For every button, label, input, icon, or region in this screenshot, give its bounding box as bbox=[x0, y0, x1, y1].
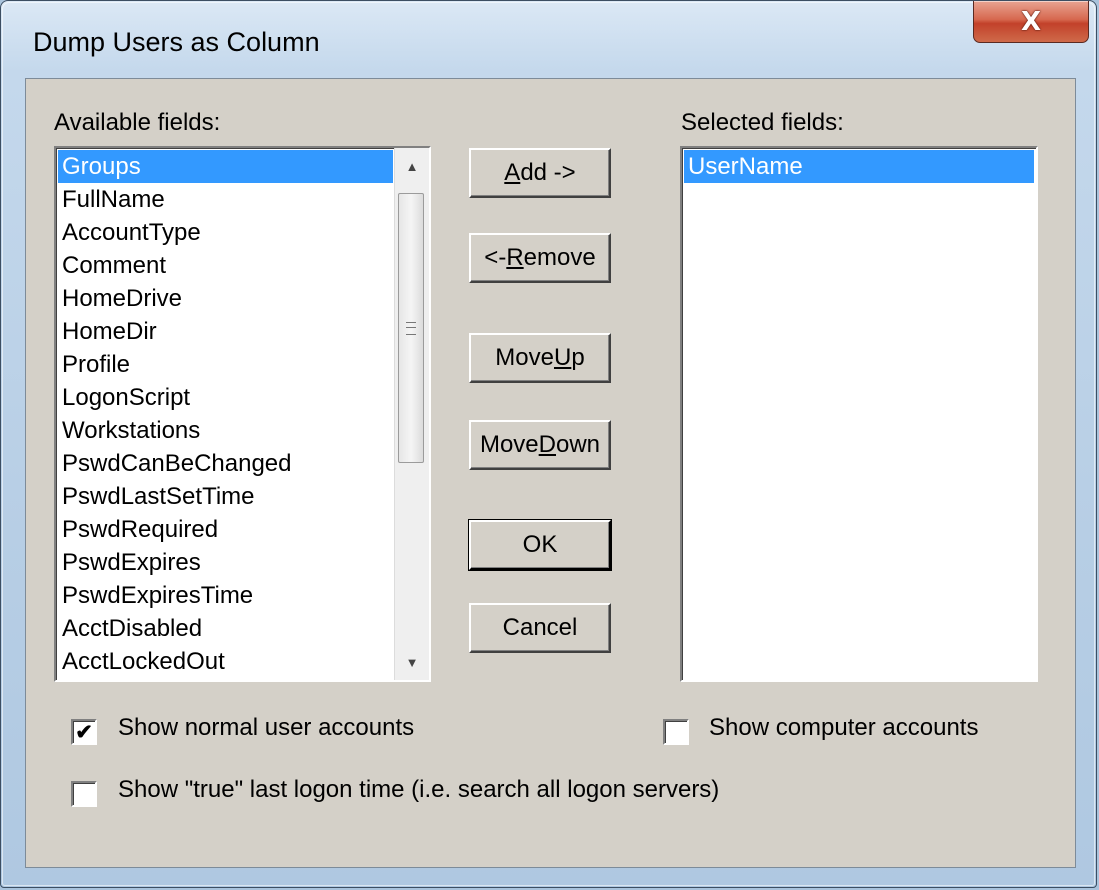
cancel-button[interactable]: Cancel bbox=[469, 603, 611, 653]
available-list-item[interactable]: Comment bbox=[58, 249, 393, 282]
scroll-up-arrow-icon[interactable]: ▲ bbox=[395, 148, 429, 184]
close-button[interactable]: X bbox=[973, 1, 1089, 43]
checkmark-icon: ✔ bbox=[75, 720, 93, 744]
vertical-scrollbar[interactable]: ▲ ▼ bbox=[394, 148, 429, 680]
move-up-button[interactable]: Move Up bbox=[469, 333, 611, 383]
close-icon: X bbox=[1020, 6, 1042, 37]
available-items-container: Groups FullName AccountType Comment HomeDriv… bbox=[58, 150, 393, 678]
available-list-item[interactable]: PswdCanBeChanged bbox=[58, 447, 393, 480]
show-normal-label[interactable]: Show normal user accounts bbox=[118, 714, 414, 742]
remove-button[interactable]: <- Remove bbox=[469, 233, 611, 283]
window-title: Dump Users as Column bbox=[33, 27, 320, 57]
available-list-item[interactable]: Groups bbox=[58, 150, 393, 183]
available-list-item[interactable]: PswdExpiresTime bbox=[58, 579, 393, 612]
dialog-client-area: Available fields: Groups FullName AccountT… bbox=[25, 78, 1076, 868]
available-list-item[interactable]: PswdExpires bbox=[58, 546, 393, 579]
selected-fields-label: Selected fields: bbox=[681, 109, 844, 136]
selected-list-item[interactable]: UserName bbox=[684, 150, 1034, 183]
show-true-logon-label[interactable]: Show "true" last logon time (i.e. search… bbox=[118, 776, 719, 804]
available-list-item[interactable]: HomeDir bbox=[58, 315, 393, 348]
scrollbar-thumb[interactable] bbox=[398, 193, 424, 463]
scroll-down-arrow-icon[interactable]: ▼ bbox=[395, 644, 429, 680]
available-list-item[interactable]: Workstations bbox=[58, 414, 393, 447]
available-list-item[interactable]: FullName bbox=[58, 183, 393, 216]
show-computer-label[interactable]: Show computer accounts bbox=[709, 714, 978, 742]
show-true-logon-checkbox[interactable] bbox=[71, 781, 97, 807]
available-list-item[interactable]: PswdLastSetTime bbox=[58, 480, 393, 513]
dialog-window: Dump Users as Column X Available fields:… bbox=[0, 0, 1097, 888]
available-list-item[interactable]: PswdRequired bbox=[58, 513, 393, 546]
available-list-item[interactable]: AcctLockedOut bbox=[58, 645, 393, 678]
show-normal-checkbox[interactable]: ✔ bbox=[71, 719, 97, 745]
available-list-item[interactable]: AcctDisabled bbox=[58, 612, 393, 645]
available-list-item[interactable]: LogonScript bbox=[58, 381, 393, 414]
available-fields-label: Available fields: bbox=[54, 109, 221, 136]
selected-fields-list[interactable]: UserName bbox=[680, 146, 1038, 682]
move-down-button[interactable]: Move Down bbox=[469, 420, 611, 470]
grip-icon bbox=[406, 321, 416, 335]
available-list-item[interactable]: HomeDrive bbox=[58, 282, 393, 315]
available-fields-list[interactable]: Groups FullName AccountType Comment HomeDriv… bbox=[54, 146, 431, 682]
ok-button[interactable]: OK bbox=[468, 519, 612, 571]
available-list-item[interactable]: AccountType bbox=[58, 216, 393, 249]
show-computer-checkbox[interactable] bbox=[663, 719, 689, 745]
available-list-item[interactable]: Profile bbox=[58, 348, 393, 381]
add-button[interactable]: Add -> bbox=[469, 148, 611, 198]
selected-items-container: UserName bbox=[684, 150, 1034, 183]
